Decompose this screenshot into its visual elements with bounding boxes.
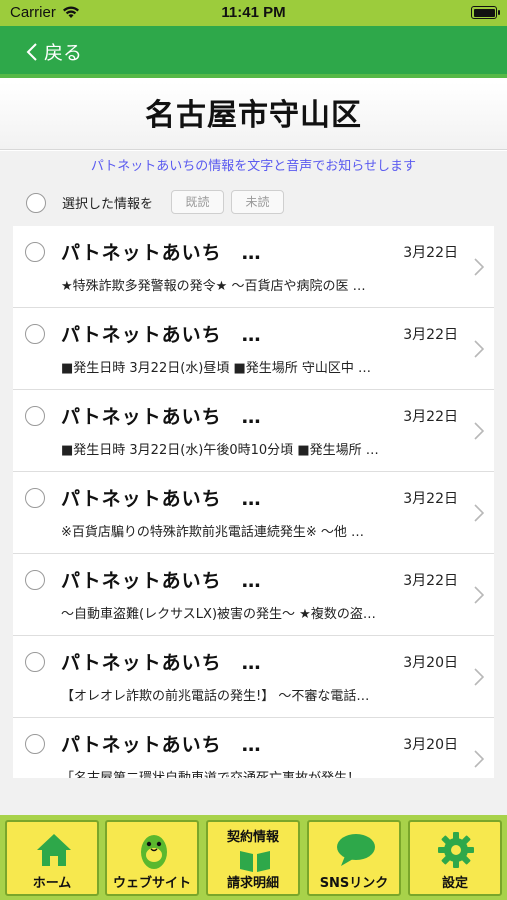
- chevron-right-icon: [474, 422, 484, 440]
- item-radio[interactable]: [25, 652, 45, 672]
- tab-label: SNSリンク: [319, 876, 389, 891]
- tab-label: ウェブサイト: [112, 876, 191, 891]
- item-date: 3月22日: [403, 491, 458, 507]
- mascot-icon: [141, 835, 167, 869]
- selection-label: 選択した情報を: [62, 197, 154, 212]
- tab-contract-billing[interactable]: 契約情報 請求明細: [206, 820, 300, 896]
- item-date: 3月22日: [403, 409, 458, 425]
- battery-icon: [471, 6, 500, 19]
- chevron-right-icon: [474, 340, 484, 358]
- message-list: パトネットあいち … 3月22日 ★特殊詐欺多発警報の発令★ 〜百貨店や病院の医…: [13, 226, 494, 778]
- tab-label: 請求明細: [226, 876, 279, 891]
- chevron-right-icon: [474, 668, 484, 686]
- list-item[interactable]: パトネットあいち … 3月22日 ★特殊詐欺多発警報の発令★ 〜百貨店や病院の医…: [13, 226, 494, 308]
- tab-bar: ホーム ウェブサイト 契約情報 請求明細 SNSリンク 設定: [0, 815, 507, 900]
- back-label: 戻る: [44, 42, 83, 64]
- chevron-left-icon: [26, 42, 37, 61]
- item-date: 3月20日: [403, 655, 458, 671]
- item-body: 【オレオレ詐欺の前兆電話の発生!】 〜不審な電話…: [61, 689, 370, 704]
- item-radio[interactable]: [25, 734, 45, 754]
- item-title: パトネットあいち …: [61, 734, 262, 756]
- item-body: 〜自動車盗難(レクサスLX)被害の発生〜 ★複数の盗…: [61, 607, 376, 622]
- list-item[interactable]: パトネットあいち … 3月22日 ※百貨店騙りの特殊詐欺前兆電話連続発生※ 〜他…: [13, 472, 494, 554]
- chevron-right-icon: [474, 750, 484, 768]
- gear-icon: [438, 832, 474, 868]
- item-radio[interactable]: [25, 324, 45, 344]
- tab-label: 設定: [441, 876, 468, 891]
- clock: 11:41 PM: [221, 4, 286, 21]
- item-body: ■発生日時 3月22日(水)午後0時10分頃 ■発生場所 …: [61, 443, 379, 458]
- chevron-right-icon: [474, 586, 484, 604]
- item-radio[interactable]: [25, 488, 45, 508]
- book-icon: [240, 851, 270, 872]
- tab-label: ホーム: [32, 876, 72, 891]
- list-item[interactable]: パトネットあいち … 3月22日 ■発生日時 3月22日(水)午後0時10分頃 …: [13, 390, 494, 472]
- tab-sns[interactable]: SNSリンク: [307, 820, 401, 896]
- item-radio[interactable]: [25, 242, 45, 262]
- item-date: 3月22日: [403, 573, 458, 589]
- tab-settings[interactable]: 設定: [408, 820, 502, 896]
- nav-bar: 戻る: [0, 26, 507, 78]
- back-button[interactable]: 戻る: [26, 38, 82, 65]
- speech-bubble-icon: [337, 834, 375, 866]
- chevron-right-icon: [474, 504, 484, 522]
- item-radio[interactable]: [25, 570, 45, 590]
- chevron-right-icon: [474, 258, 484, 276]
- title-area: 名古屋市守山区: [0, 82, 507, 150]
- item-title: パトネットあいち …: [61, 242, 262, 264]
- item-title: パトネットあいち …: [61, 488, 262, 510]
- tab-website[interactable]: ウェブサイト: [105, 820, 199, 896]
- mark-read-button[interactable]: 既読: [171, 190, 224, 214]
- tab-label-top: 契約情報: [226, 830, 279, 845]
- list-item[interactable]: パトネットあいち … 3月22日 〜自動車盗難(レクサスLX)被害の発生〜 ★複…: [13, 554, 494, 636]
- item-radio[interactable]: [25, 406, 45, 426]
- page-title: 名古屋市守山区: [145, 98, 362, 133]
- list-item[interactable]: パトネットあいち … 3月20日 【オレオレ詐欺の前兆電話の発生!】 〜不審な電…: [13, 636, 494, 718]
- mark-unread-button[interactable]: 未読: [231, 190, 284, 214]
- item-title: パトネットあいち …: [61, 324, 262, 346]
- item-body: ※百貨店騙りの特殊詐欺前兆電話連続発生※ 〜他 …: [61, 525, 365, 540]
- item-title: パトネットあいち …: [61, 652, 262, 674]
- selection-row: 選択した情報を 既読 未読: [0, 186, 507, 220]
- list-item[interactable]: パトネットあいち … 3月22日 ■発生日時 3月22日(水)昼頃 ■発生場所 …: [13, 308, 494, 390]
- item-body: ■発生日時 3月22日(水)昼頃 ■発生場所 守山区中 …: [61, 361, 372, 376]
- item-date: 3月22日: [403, 327, 458, 343]
- status-bar: Carrier 11:41 PM: [0, 0, 507, 26]
- select-all-radio[interactable]: [26, 193, 46, 213]
- item-body: ★特殊詐欺多発警報の発令★ 〜百貨店や病院の医 …: [61, 279, 366, 294]
- list-item[interactable]: パトネットあいち … 3月20日 「名古屋第二環状自動車道で交通死亡事故が発生！…: [13, 718, 494, 778]
- home-icon: [37, 834, 71, 866]
- item-date: 3月20日: [403, 737, 458, 753]
- item-title: パトネットあいち …: [61, 406, 262, 428]
- item-body: 「名古屋第二環状自動車道で交通死亡事故が発生！ …: [61, 767, 417, 778]
- item-date: 3月22日: [403, 245, 458, 261]
- item-title: パトネットあいち …: [61, 570, 262, 592]
- tab-home[interactable]: ホーム: [5, 820, 99, 896]
- subtitle: パトネットあいちの情報を文字と音声でお知らせします: [90, 159, 417, 174]
